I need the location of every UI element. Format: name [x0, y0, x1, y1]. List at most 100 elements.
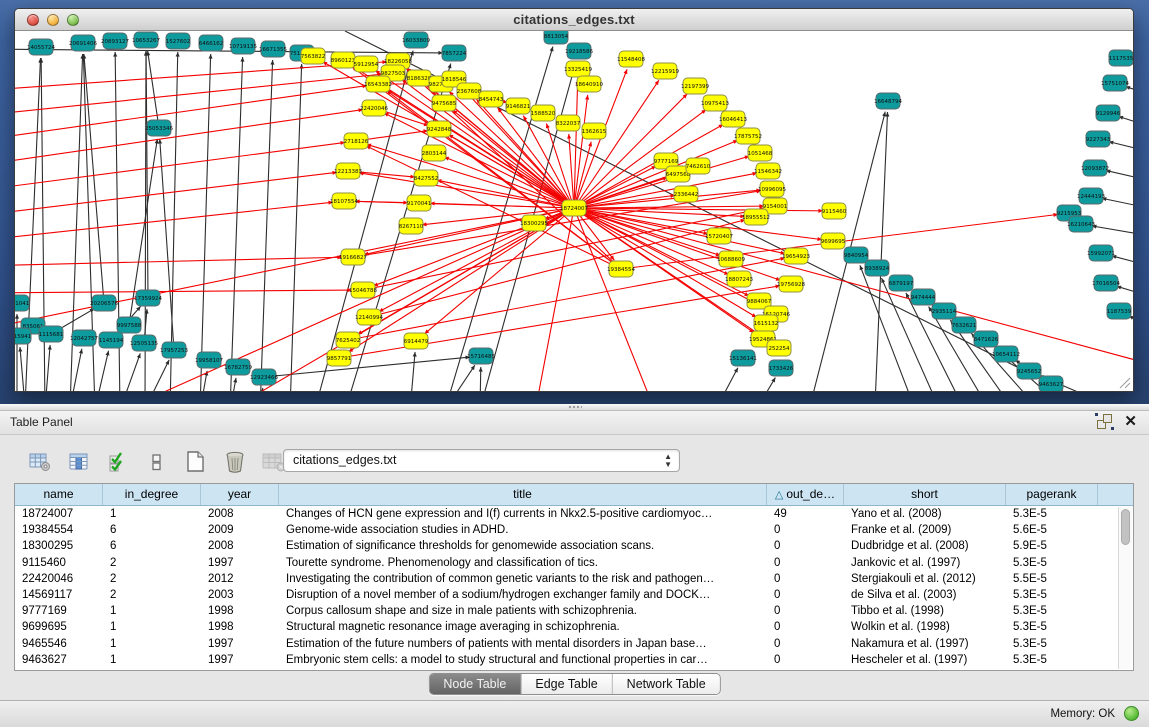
network-node[interactable]: 8427552: [414, 170, 439, 186]
network-edge[interactable]: [264, 357, 470, 377]
network-node[interactable]: 10654112: [992, 346, 1020, 362]
network-node[interactable]: 1615132: [754, 315, 779, 331]
network-edge[interactable]: [20, 347, 25, 391]
network-node[interactable]: 8960123: [331, 52, 356, 68]
network-canvas[interactable]: 1405572420691406208931271065326715276026…: [15, 31, 1133, 391]
delete-icon[interactable]: [223, 450, 247, 474]
network-node[interactable]: 17875752: [734, 128, 762, 144]
network-edge[interactable]: [230, 57, 243, 391]
network-window-titlebar[interactable]: citations_edges.txt: [15, 9, 1133, 31]
network-edge[interactable]: [875, 112, 888, 391]
network-edge[interactable]: [1092, 226, 1133, 234]
scrollbar-thumb[interactable]: [1121, 509, 1130, 545]
network-node[interactable]: 252254: [767, 340, 791, 356]
network-node[interactable]: 16782759: [224, 359, 252, 375]
clear-selection-icon[interactable]: [145, 450, 169, 474]
column-header-pagerank[interactable]: pagerank: [1006, 484, 1098, 505]
network-graph[interactable]: 1405572420691406208931271065326715276026…: [15, 31, 1133, 391]
network-edge[interactable]: [15, 110, 363, 166]
network-node[interactable]: 6466162: [199, 35, 224, 51]
network-node[interactable]: 1145194: [99, 332, 124, 348]
network-node[interactable]: 19958107: [195, 352, 223, 368]
network-node[interactable]: 9242848: [427, 121, 452, 137]
network-node[interactable]: 8267110: [399, 218, 424, 234]
network-node[interactable]: 18955512: [742, 209, 770, 225]
column-header-short[interactable]: short: [844, 484, 1006, 505]
network-node[interactable]: 16046413: [719, 111, 747, 127]
network-node[interactable]: 10688609: [717, 251, 745, 267]
network-node[interactable]: 12505135: [130, 335, 158, 351]
network-edge[interactable]: [574, 206, 764, 208]
network-node[interactable]: 9474444: [911, 289, 936, 305]
network-edge[interactable]: [445, 365, 475, 391]
memory-status-indicator[interactable]: [1124, 706, 1139, 721]
network-node[interactable]: 10719135: [229, 38, 257, 54]
close-panel-icon[interactable]: ✕: [1124, 414, 1137, 429]
network-node[interactable]: 13325419: [564, 61, 592, 77]
network-node[interactable]: 18724007: [560, 200, 588, 216]
network-edge[interactable]: [15, 142, 345, 191]
network-edge[interactable]: [160, 139, 174, 350]
network-edge[interactable]: [363, 208, 764, 290]
show-columns-icon[interactable]: [67, 450, 91, 474]
network-edge[interactable]: [290, 64, 302, 391]
network-edge[interactable]: [574, 142, 591, 208]
table-settings-icon[interactable]: [28, 450, 52, 474]
network-node[interactable]: 2803144: [422, 145, 447, 161]
network-node[interactable]: 22420046: [360, 100, 388, 116]
network-node[interactable]: 1051468: [748, 145, 773, 161]
network-node[interactable]: 9475685: [432, 95, 457, 111]
network-node[interactable]: 11548408: [617, 51, 645, 67]
network-node[interactable]: 5912954: [354, 56, 379, 72]
table-row[interactable]: 1830029562008Estimation of significance …: [15, 538, 1133, 554]
network-node[interactable]: 15136141: [729, 350, 757, 366]
select-all-icon[interactable]: [106, 450, 130, 474]
table-row[interactable]: 977716911998Corpus callosum shape and si…: [15, 603, 1133, 619]
network-node[interactable]: 15046788: [349, 282, 377, 298]
network-node[interactable]: 9857791: [327, 350, 352, 366]
network-node[interactable]: 2718126: [344, 133, 369, 149]
network-node[interactable]: 9115460: [822, 203, 847, 219]
network-node[interactable]: 17957253: [160, 342, 188, 358]
table-row[interactable]: 946554611997Estimation of the future num…: [15, 636, 1133, 652]
column-header-year[interactable]: year: [201, 484, 279, 505]
network-node[interactable]: 19166827: [339, 249, 367, 265]
network-node[interactable]: 16543382: [364, 76, 392, 92]
network-node[interactable]: 19218586: [565, 43, 593, 59]
network-node[interactable]: 12213383: [334, 163, 362, 179]
network-node[interactable]: 1733426: [769, 360, 794, 376]
network-edge[interactable]: [120, 353, 140, 391]
network-node[interactable]: 3915941: [15, 328, 31, 344]
network-node[interactable]: 15716485: [467, 348, 495, 364]
tab-network-table[interactable]: Network Table: [613, 674, 720, 694]
network-node[interactable]: 8322037: [556, 115, 581, 131]
network-node[interactable]: 12444193: [1077, 188, 1105, 204]
network-edge[interactable]: [200, 54, 211, 391]
network-node[interactable]: 1115681: [39, 326, 64, 342]
float-panel-icon[interactable]: [1097, 414, 1112, 429]
network-node[interactable]: 12215919: [651, 63, 679, 79]
column-header-in_degree[interactable]: in_degree: [103, 484, 201, 505]
network-node[interactable]: 9170041: [407, 195, 432, 211]
network-node[interactable]: 12923466: [250, 369, 278, 385]
network-node[interactable]: 18300295: [520, 215, 548, 231]
network-node[interactable]: 19654923: [782, 248, 810, 264]
network-node[interactable]: 9245652: [1017, 363, 1042, 379]
network-node[interactable]: 16648794: [874, 93, 902, 109]
network-edge[interactable]: [146, 51, 148, 298]
network-node[interactable]: 20206576: [90, 295, 118, 311]
resize-grip-icon[interactable]: [1117, 375, 1131, 389]
tab-node-table[interactable]: Node Table: [429, 674, 521, 694]
network-node[interactable]: 10653267: [132, 32, 160, 48]
network-node[interactable]: 16671355: [259, 41, 287, 57]
network-edge[interactable]: [574, 208, 1133, 361]
network-node[interactable]: 8938924: [865, 260, 890, 276]
network-edge[interactable]: [715, 368, 738, 391]
network-node[interactable]: 1362615: [582, 123, 607, 139]
network-node[interactable]: 12197399: [681, 78, 709, 94]
network-node[interactable]: 18640910: [575, 76, 603, 92]
network-edge[interactable]: [45, 345, 50, 391]
network-edge[interactable]: [410, 352, 415, 391]
network-node[interactable]: 11546342: [754, 163, 782, 179]
network-edge[interactable]: [95, 351, 109, 391]
